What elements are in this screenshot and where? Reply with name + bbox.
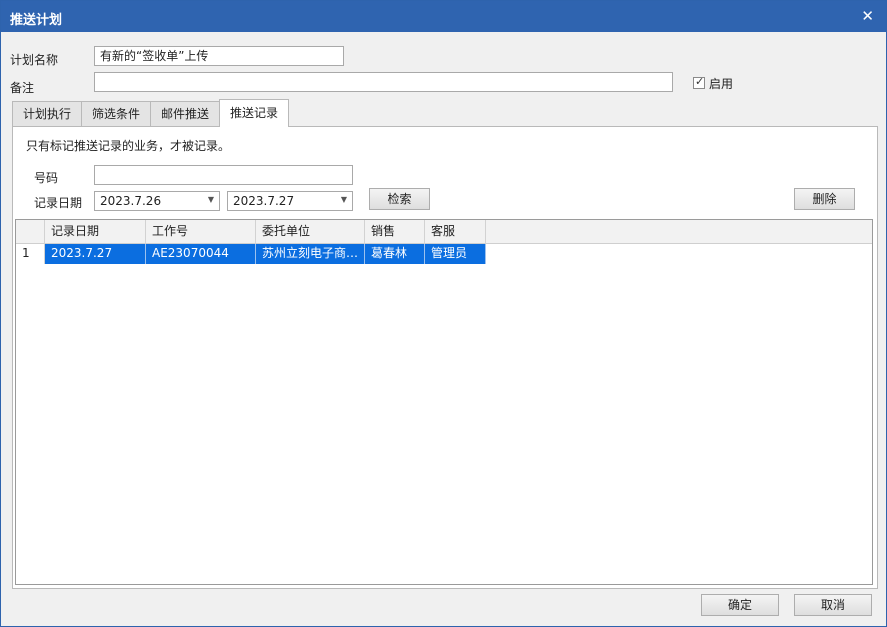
- chevron-down-icon[interactable]: ▼: [208, 195, 214, 204]
- column-header[interactable]: 委托单位: [256, 220, 365, 244]
- row-indicator-header: [16, 220, 45, 244]
- grid-header: 记录日期 工作号 委托单位 销售 客服: [16, 220, 872, 244]
- check-icon: ✓: [695, 75, 705, 88]
- dialog-window: 推送计划 ✕ 计划名称 有新的“签收单”上传 备注 ✓ 启用 计划执行 筛选条件…: [0, 0, 887, 627]
- close-icon[interactable]: ✕: [861, 7, 874, 25]
- table-cell[interactable]: 管理员: [425, 244, 486, 264]
- tab-push-records[interactable]: 推送记录: [219, 99, 290, 127]
- chevron-down-icon[interactable]: ▼: [341, 195, 347, 204]
- table-cell[interactable]: 2023.7.27: [45, 244, 146, 264]
- table-cell[interactable]: AE23070044: [146, 244, 256, 264]
- records-grid[interactable]: 记录日期 工作号 委托单位 销售 客服 1 2023.7.27 AE230700…: [15, 219, 873, 585]
- plan-name-label: 计划名称: [10, 53, 59, 67]
- record-date-label: 记录日期: [34, 196, 83, 210]
- remark-label: 备注: [10, 81, 35, 95]
- date-to-picker[interactable]: 2023.7.27 ▼: [227, 191, 353, 211]
- column-header[interactable]: 销售: [365, 220, 425, 244]
- tab-strip: 计划执行 筛选条件 邮件推送 推送记录: [12, 99, 290, 127]
- column-header[interactable]: 工作号: [146, 220, 256, 244]
- table-cell[interactable]: 葛春林: [365, 244, 425, 264]
- tab-filter-conditions[interactable]: 筛选条件: [81, 101, 152, 127]
- number-input[interactable]: [94, 165, 353, 185]
- row-number: 1: [16, 244, 45, 264]
- enable-checkbox-box[interactable]: ✓: [693, 75, 705, 89]
- plan-name-input[interactable]: 有新的“签收单”上传: [94, 46, 344, 66]
- ok-button[interactable]: 确定: [701, 594, 779, 616]
- title-bar: 推送计划 ✕: [1, 1, 886, 32]
- date-to-value: 2023.7.27: [233, 194, 295, 208]
- table-cell[interactable]: 苏州立刻电子商…: [256, 244, 365, 264]
- window-title: 推送计划: [10, 13, 63, 28]
- date-from-value: 2023.7.26: [100, 194, 162, 208]
- search-button[interactable]: 检索: [369, 188, 430, 210]
- cancel-button[interactable]: 取消: [794, 594, 872, 616]
- enable-label: 启用: [709, 76, 734, 91]
- delete-button[interactable]: 删除: [794, 188, 855, 210]
- table-row[interactable]: 1 2023.7.27 AE23070044 苏州立刻电子商… 葛春林 管理员: [16, 244, 872, 264]
- tab-email-push[interactable]: 邮件推送: [150, 101, 221, 127]
- records-note: 只有标记推送记录的业务，才被记录。: [26, 139, 231, 153]
- column-header[interactable]: 客服: [425, 220, 486, 244]
- date-from-picker[interactable]: 2023.7.26 ▼: [94, 191, 220, 211]
- number-label: 号码: [34, 171, 59, 185]
- column-header[interactable]: 记录日期: [45, 220, 146, 244]
- tab-plan-execution[interactable]: 计划执行: [12, 101, 83, 127]
- enable-checkbox[interactable]: ✓ 启用: [693, 75, 733, 91]
- remark-input[interactable]: [94, 72, 673, 92]
